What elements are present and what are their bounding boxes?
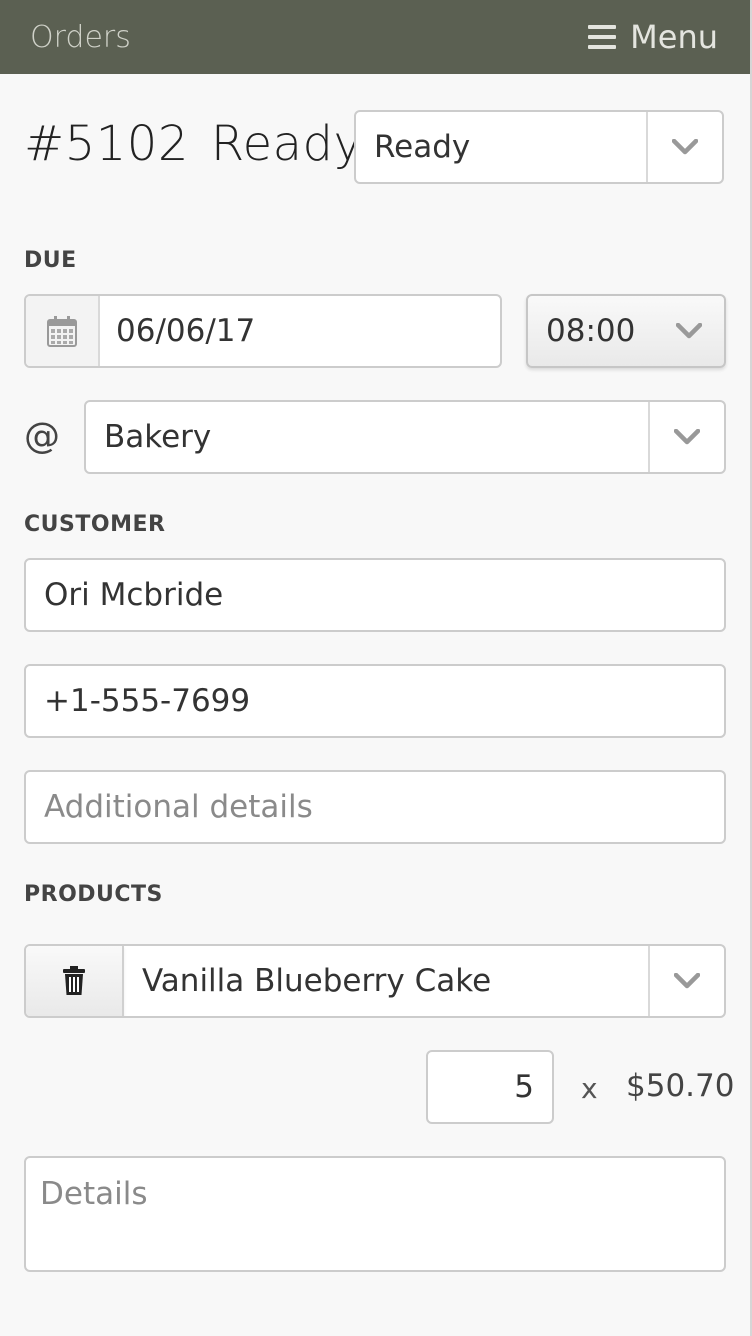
status-select-caret[interactable] <box>646 112 722 182</box>
unit-price: $50.70 <box>626 1068 735 1104</box>
products-section-label: PRODUCTS <box>24 882 163 907</box>
menu-label: Menu <box>630 18 718 56</box>
location-select-value: Bakery <box>104 419 212 455</box>
order-number: #5102 <box>24 116 189 172</box>
calendar-icon <box>47 316 77 347</box>
order-heading: #5102 Ready <box>24 116 362 172</box>
status-select[interactable]: Ready <box>354 110 724 184</box>
top-nav-bar: Orders Menu <box>0 0 752 74</box>
quantity-input[interactable]: 5 <box>426 1050 554 1124</box>
location-select-caret[interactable] <box>648 402 724 472</box>
product-select-value[interactable]: Vanilla Blueberry Cake <box>124 946 648 1016</box>
chevron-down-icon <box>674 973 700 989</box>
status-select-value: Ready <box>374 129 471 165</box>
remove-product-button[interactable] <box>26 946 124 1016</box>
product-details-textarea[interactable]: Details <box>24 1156 726 1272</box>
product-select-caret[interactable] <box>648 946 724 1016</box>
due-time-select[interactable]: 08:00 <box>526 294 726 368</box>
chevron-down-icon <box>676 323 702 339</box>
trash-icon <box>63 966 85 995</box>
multiply-sign: x <box>581 1072 598 1105</box>
menu-button[interactable]: Menu <box>588 18 718 56</box>
app-title[interactable]: Orders <box>30 20 131 55</box>
due-time-value: 08:00 <box>546 313 636 349</box>
location-select[interactable]: Bakery <box>84 400 726 474</box>
calendar-button[interactable] <box>26 296 100 366</box>
due-date-value: 06/06/17 <box>116 313 256 349</box>
at-symbol: @ <box>24 416 60 457</box>
order-status-title: Ready <box>210 116 363 172</box>
customer-phone-input[interactable]: +1-555-7699 <box>24 664 726 738</box>
due-section-label: DUE <box>24 248 77 273</box>
customer-section-label: CUSTOMER <box>24 512 166 537</box>
hamburger-icon <box>588 25 617 49</box>
chevron-down-icon <box>674 429 700 445</box>
chevron-down-icon <box>672 139 698 155</box>
due-date-field[interactable]: 06/06/17 <box>24 294 502 368</box>
customer-name-input[interactable]: Ori Mcbride <box>24 558 726 632</box>
product-row: Vanilla Blueberry Cake <box>24 944 726 1018</box>
additional-details-input[interactable]: Additional details <box>24 770 726 844</box>
